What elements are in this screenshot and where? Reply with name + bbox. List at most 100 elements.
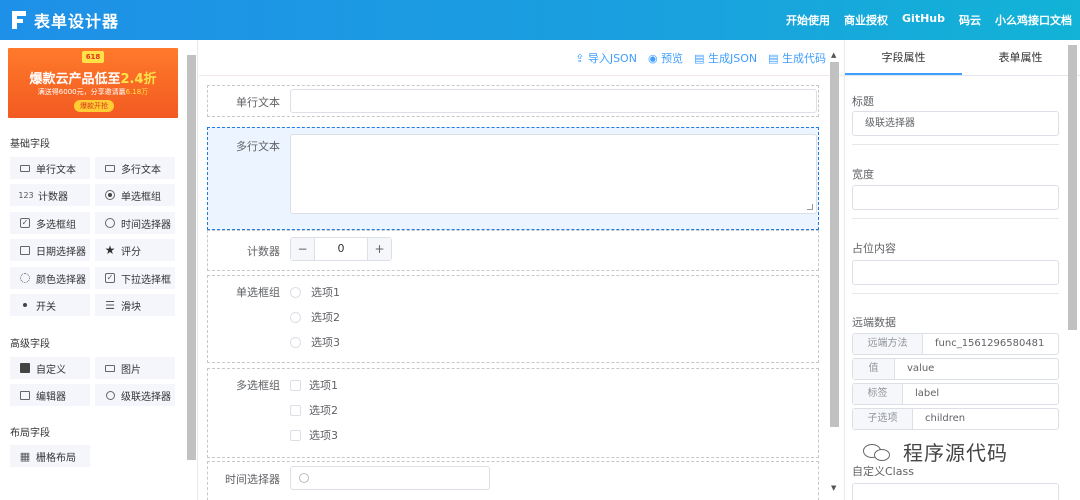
comp-date[interactable]: 日期选择器: [10, 239, 90, 261]
tab-field-properties[interactable]: 字段属性: [845, 40, 962, 75]
scroll-down-arrow[interactable]: ▼: [831, 484, 836, 492]
time-input[interactable]: [290, 466, 490, 490]
radio-option[interactable]: 选项1: [290, 284, 340, 300]
comp-input[interactable]: 单行文本: [10, 157, 90, 179]
radio-circle[interactable]: [290, 311, 301, 323]
watermark: 程序源代码: [863, 437, 1008, 466]
number-stepper: − 0 +: [290, 237, 392, 261]
nav-getting-started[interactable]: 开始使用: [786, 12, 830, 28]
comp-checkbox[interactable]: ✓ 多选框组: [10, 212, 90, 234]
field-textarea[interactable]: 多行文本: [207, 127, 819, 230]
radio-option[interactable]: 选项2: [290, 309, 340, 325]
width-input[interactable]: [852, 185, 1059, 210]
comp-rate[interactable]: ★ 评分: [95, 239, 175, 261]
comp-grid[interactable]: ▦ 栅格布局: [10, 445, 90, 467]
center-scrollbar[interactable]: [830, 62, 839, 427]
divider: [852, 144, 1059, 145]
input-prefix: 标签: [853, 384, 903, 404]
promo-banner[interactable]: 618 爆款云产品低至2.4折 满送得6000元，分享邀请赢6.18万 爆款开抢: [8, 48, 178, 118]
radio-option[interactable]: 选项3: [290, 334, 340, 350]
field-checkbox-group[interactable]: 多选框组 选项1 选项2 选项3: [207, 368, 819, 458]
comp-textarea[interactable]: 多行文本: [95, 157, 175, 179]
promo-tag: 618: [82, 51, 104, 63]
comp-radio[interactable]: 单选框组: [95, 184, 175, 206]
left-scrollbar[interactable]: [187, 55, 196, 460]
remote-children-field[interactable]: 子选项 children: [852, 408, 1059, 430]
checkbox-box[interactable]: [290, 404, 301, 416]
remote-value-field[interactable]: 值 value: [852, 358, 1059, 380]
field-radio-group[interactable]: 单选框组 选项1 选项2 选项3: [207, 275, 819, 363]
input-icon: [19, 162, 31, 174]
textarea-input[interactable]: [290, 134, 817, 214]
field-number[interactable]: 计数器 − 0 +: [207, 230, 819, 271]
decrement-button[interactable]: −: [291, 238, 315, 260]
placeholder-label: 占位内容: [852, 242, 896, 255]
custom-icon: [19, 362, 31, 374]
right-scrollbar[interactable]: [1068, 45, 1077, 330]
comp-cascader[interactable]: 级联选择器: [95, 384, 175, 406]
component-panel: 618 爆款云产品低至2.4折 满送得6000元，分享邀请赢6.18万 爆款开抢…: [0, 40, 198, 500]
title-label: 标题: [852, 95, 874, 108]
comp-color[interactable]: 颜色选择器: [10, 267, 90, 289]
nav-github[interactable]: GitHub: [902, 12, 945, 28]
generate-code-button[interactable]: ▤ 生成代码: [768, 50, 826, 66]
nav-api-docs[interactable]: 小么鸡接口文档: [995, 12, 1072, 28]
checkbox-box[interactable]: [290, 429, 301, 441]
custom-class-input[interactable]: [852, 483, 1059, 500]
star-icon: ★: [104, 243, 116, 257]
field-label: 单选框组: [236, 286, 280, 299]
number-value[interactable]: 0: [315, 238, 367, 260]
field-time[interactable]: 时间选择器: [207, 461, 819, 500]
remote-label-field[interactable]: 标签 label: [852, 383, 1059, 405]
remote-children-value[interactable]: children: [913, 409, 965, 429]
toolbar: ⇪ 导入JSON ◉ 预览 ▤ 生成JSON ▤ 生成代码: [199, 40, 844, 76]
checkbox-option[interactable]: 选项1: [290, 377, 338, 393]
tab-form-properties[interactable]: 表单属性: [962, 40, 1079, 75]
resize-grip-icon[interactable]: [807, 204, 813, 210]
clock-icon: [104, 217, 116, 229]
nav-gitee[interactable]: 码云: [959, 12, 981, 28]
remote-method-value[interactable]: func_1561296580481: [923, 334, 1044, 354]
checkbox-icon: ✓: [20, 218, 30, 228]
comp-number[interactable]: 123 计数器: [10, 184, 90, 206]
field-text[interactable]: 单行文本: [207, 85, 819, 117]
grid-icon: ▦: [19, 449, 31, 463]
remote-value-value[interactable]: value: [895, 359, 934, 379]
checkbox-option[interactable]: 选项2: [290, 402, 338, 418]
field-label: 多选框组: [236, 379, 280, 392]
text-input[interactable]: [290, 89, 817, 113]
comp-slider[interactable]: ☰ 滑块: [95, 294, 175, 316]
scroll-up-arrow[interactable]: ▲: [831, 51, 836, 59]
comp-select[interactable]: ✓ 下拉选择框: [95, 267, 175, 289]
field-label: 计数器: [247, 245, 280, 258]
promo-subtitle: 满送得6000元，分享邀请赢6.18万: [37, 88, 149, 96]
design-area: ⇪ 导入JSON ◉ 预览 ▤ 生成JSON ▤ 生成代码 单行文本 多行文本 …: [199, 40, 844, 500]
promo-button[interactable]: 爆款开抢: [74, 100, 114, 112]
generate-json-button[interactable]: ▤ 生成JSON: [694, 50, 757, 66]
checkbox-option[interactable]: 选项3: [290, 427, 338, 443]
wechat-icon: [863, 442, 893, 462]
input-prefix: 远端方法: [853, 334, 923, 354]
preview-button[interactable]: ◉ 预览: [648, 50, 683, 66]
comp-editor[interactable]: 编辑器: [10, 384, 90, 406]
placeholder-input[interactable]: [852, 260, 1059, 285]
remote-method-field[interactable]: 远端方法 func_1561296580481: [852, 333, 1059, 355]
comp-image[interactable]: 图片: [95, 357, 175, 379]
width-label: 宽度: [852, 168, 874, 181]
form-canvas[interactable]: 单行文本 多行文本 计数器 − 0 + 单选框组 选项1 选项2 选项3 多选框…: [207, 85, 819, 500]
checkbox-box[interactable]: [290, 379, 301, 391]
comp-switch[interactable]: 开关: [10, 294, 90, 316]
radio-circle[interactable]: [290, 286, 301, 298]
comp-custom[interactable]: 自定义: [10, 357, 90, 379]
title-input[interactable]: 级联选择器: [852, 111, 1059, 136]
watermark-text: 程序源代码: [903, 441, 1008, 465]
radio-circle[interactable]: [290, 336, 301, 348]
remote-label-value[interactable]: label: [903, 384, 939, 404]
radio-icon: [104, 189, 116, 201]
app-logo[interactable]: 表单设计器: [10, 8, 119, 32]
import-json-button[interactable]: ⇪ 导入JSON: [575, 50, 637, 66]
textarea-icon: [104, 162, 116, 174]
comp-time[interactable]: 时间选择器: [95, 212, 175, 234]
increment-button[interactable]: +: [367, 238, 391, 260]
nav-commercial-license[interactable]: 商业授权: [844, 12, 888, 28]
